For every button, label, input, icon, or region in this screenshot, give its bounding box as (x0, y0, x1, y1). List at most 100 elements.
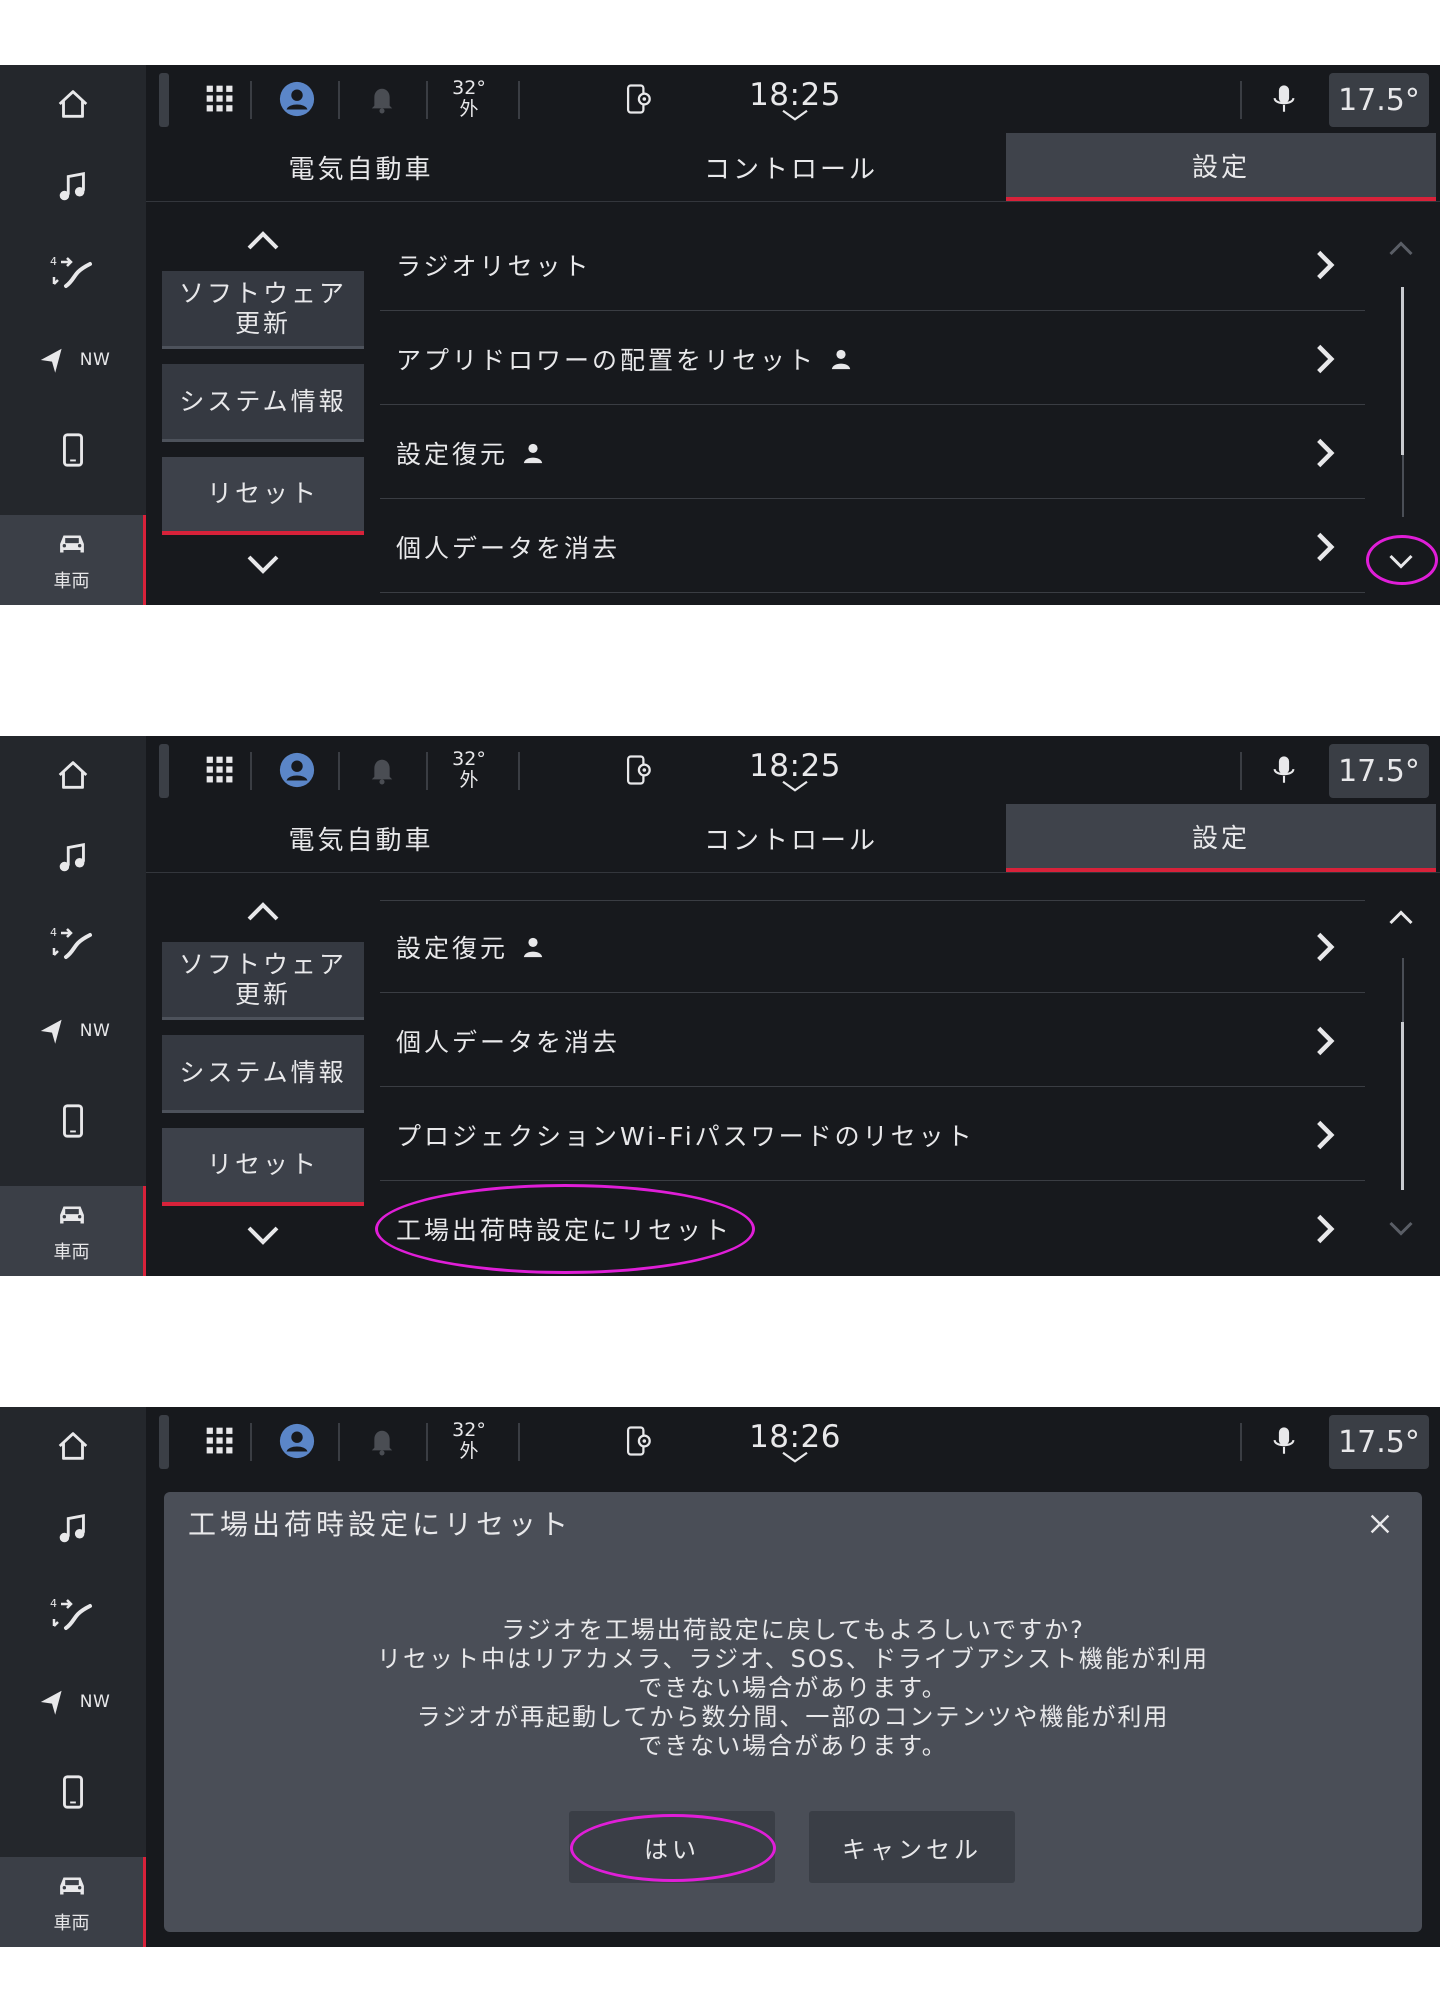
apps-button[interactable] (198, 65, 242, 133)
device-settings-button[interactable] (616, 65, 660, 133)
confirm-button[interactable]: はい (569, 1811, 775, 1883)
car-icon (54, 1869, 90, 1903)
voice-button[interactable] (1262, 1407, 1306, 1475)
voice-button[interactable] (1262, 65, 1306, 133)
list-scroll-down[interactable] (1383, 1214, 1419, 1244)
climate-button[interactable] (0, 233, 146, 311)
list-scroll-up[interactable] (1383, 233, 1419, 263)
list-scroll-down[interactable] (1383, 547, 1419, 577)
submenu-software-update[interactable]: ソフトウェア 更新 (162, 942, 364, 1020)
climate-button[interactable] (0, 1575, 146, 1653)
cabin-temperature[interactable]: 17.5° (1329, 1415, 1429, 1469)
device-settings-button[interactable] (616, 736, 660, 804)
status-bar: 32° 外 18:25 17.5° (146, 736, 1440, 804)
list-scroll-up[interactable] (1383, 902, 1419, 932)
list-item[interactable]: 個人データを消去 (380, 995, 1365, 1087)
home-icon (54, 756, 92, 794)
submenu-scroll-up[interactable] (235, 896, 291, 926)
tab-ev[interactable]: 電気自動車 (146, 133, 576, 201)
tab-settings[interactable]: 設定 (1006, 804, 1436, 872)
profile-button[interactable] (276, 1407, 318, 1475)
dialog-message-line: できない場合があります。 (638, 1732, 948, 1760)
media-button[interactable] (0, 819, 146, 897)
climate-icon (48, 1594, 98, 1634)
climate-button[interactable] (0, 904, 146, 982)
submenu-system-info[interactable]: システム情報 (162, 364, 364, 442)
list-item[interactable]: アプリドロワーの配置をリセット (380, 313, 1365, 405)
vehicle-button[interactable]: 車両 (0, 515, 146, 605)
profile-button[interactable] (276, 65, 318, 133)
cabin-temperature[interactable]: 17.5° (1329, 73, 1429, 127)
row-label: ラジオリセット (396, 252, 592, 281)
voice-button[interactable] (1262, 736, 1306, 804)
notifications-button[interactable] (362, 736, 402, 804)
clock[interactable]: 18:26 (736, 1407, 854, 1475)
submenu-system-info[interactable]: システム情報 (162, 1035, 364, 1113)
row-label: 設定復元 (396, 440, 509, 469)
divider (426, 1423, 428, 1461)
list-item[interactable]: プロジェクションWi-Fiパスワードのリセット (380, 1089, 1365, 1181)
navigation-arrow-icon (36, 1686, 68, 1718)
media-button[interactable] (0, 1490, 146, 1568)
tab-controls[interactable]: コントロール (576, 804, 1006, 872)
submenu-reset[interactable]: リセット (162, 1128, 364, 1206)
screen-settings-reset-top: NW 車両 32° 外 18:25 17.5° 電気自動車 コントロール 設定 (0, 65, 1440, 605)
vehicle-button[interactable]: 車両 (0, 1186, 146, 1276)
list-item[interactable]: 設定復元 (380, 901, 1365, 993)
profile-button[interactable] (276, 736, 318, 804)
outside-temp-value: 32° (452, 1419, 486, 1441)
list-item[interactable]: ラジオリセット (380, 219, 1365, 311)
navigation-button[interactable]: NW (0, 321, 146, 399)
clock[interactable]: 18:25 (736, 65, 854, 133)
drag-handle[interactable] (159, 1415, 169, 1469)
device-settings-button[interactable] (616, 1407, 660, 1475)
cancel-button[interactable]: キャンセル (809, 1811, 1015, 1883)
phone-button[interactable] (0, 1753, 146, 1831)
notifications-button[interactable] (362, 1407, 402, 1475)
chevron-down-icon (243, 553, 283, 577)
apps-button[interactable] (198, 736, 242, 804)
list-item-factory-reset[interactable]: 工場出荷時設定にリセット (380, 1183, 1365, 1275)
vehicle-label: 車両 (53, 1242, 90, 1263)
submenu-scroll-down[interactable] (235, 550, 291, 580)
tab-ev[interactable]: 電気自動車 (146, 804, 576, 872)
vehicle-button[interactable]: 車両 (0, 1857, 146, 1947)
divider (518, 1423, 520, 1461)
navigation-button[interactable]: NW (0, 992, 146, 1070)
left-rail: NW 車両 (0, 736, 146, 1276)
left-rail: NW 車両 (0, 1407, 146, 1947)
outside-temp-value: 32° (452, 748, 486, 770)
divider (518, 81, 520, 119)
cabin-temperature[interactable]: 17.5° (1329, 744, 1429, 798)
submenu-scroll-up[interactable] (235, 225, 291, 255)
apps-button[interactable] (198, 1407, 242, 1475)
home-button[interactable] (0, 65, 146, 143)
music-note-icon (54, 1510, 92, 1548)
chevron-right-icon (1303, 243, 1347, 287)
drag-handle[interactable] (159, 73, 169, 127)
phone-button[interactable] (0, 1082, 146, 1160)
submenu-software-update[interactable]: ソフトウェア 更新 (162, 271, 364, 349)
tab-controls[interactable]: コントロール (576, 133, 1006, 201)
close-button[interactable] (1360, 1504, 1400, 1544)
media-button[interactable] (0, 148, 146, 226)
scrollbar-thumb[interactable] (1401, 1022, 1404, 1190)
scrollbar-thumb[interactable] (1401, 287, 1404, 455)
list-item[interactable]: 設定復元 (380, 407, 1365, 499)
chevron-right-icon (1303, 1207, 1347, 1251)
outside-temperature: 32° 外 (436, 65, 502, 133)
submenu-reset[interactable]: リセット (162, 457, 364, 535)
home-button[interactable] (0, 736, 146, 814)
chevron-right-icon (1303, 525, 1347, 569)
list-item[interactable]: 個人データを消去 (380, 501, 1365, 593)
person-icon (522, 936, 544, 958)
tab-settings[interactable]: 設定 (1006, 133, 1436, 201)
notifications-button[interactable] (362, 65, 402, 133)
clock[interactable]: 18:25 (736, 736, 854, 804)
navigation-button[interactable]: NW (0, 1663, 146, 1741)
submenu-scroll-down[interactable] (235, 1221, 291, 1251)
chevron-down-icon (777, 1451, 813, 1463)
drag-handle[interactable] (159, 744, 169, 798)
phone-button[interactable] (0, 411, 146, 489)
home-button[interactable] (0, 1407, 146, 1485)
